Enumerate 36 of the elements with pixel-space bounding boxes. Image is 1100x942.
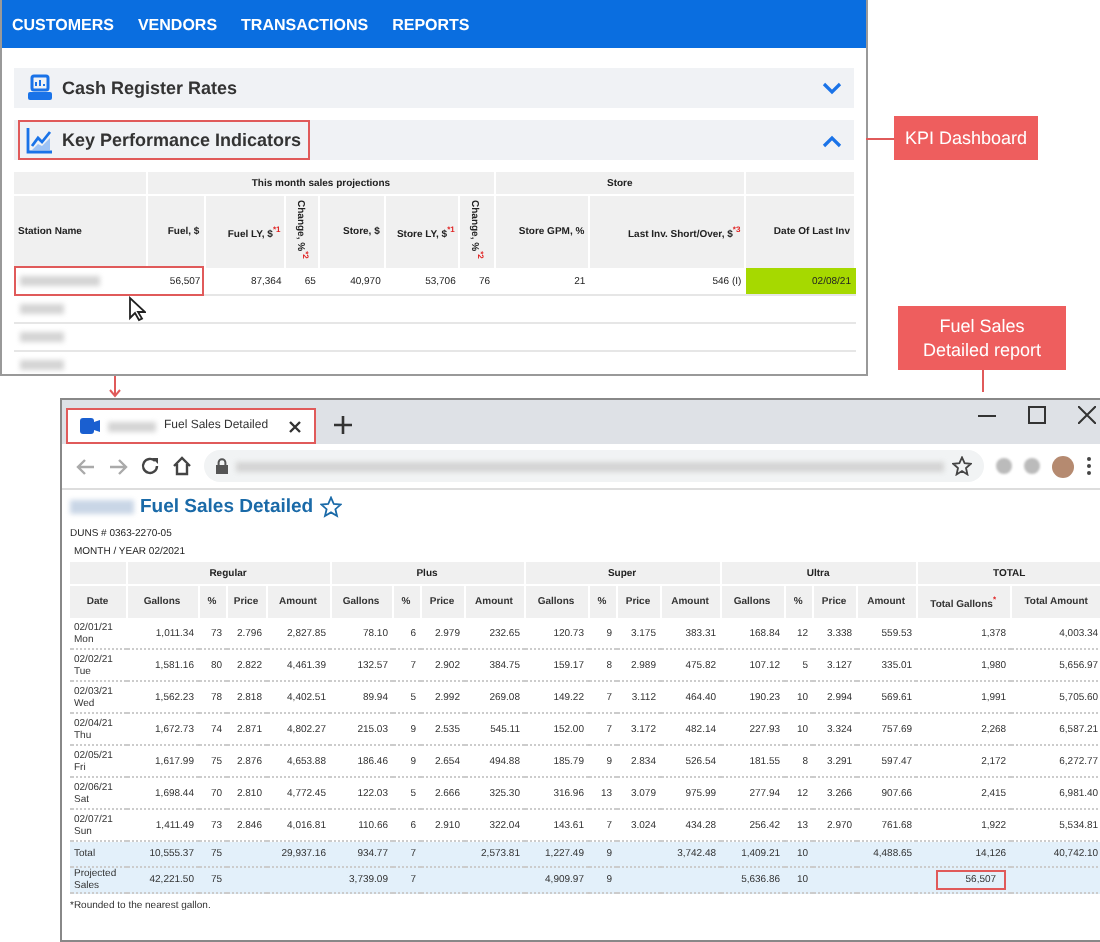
- section-header[interactable]: Cash Register Rates: [14, 68, 854, 108]
- home-icon[interactable]: [172, 456, 192, 476]
- blurred-station-name: [20, 360, 64, 370]
- cash-register-icon: [26, 74, 54, 102]
- annotation-label: Fuel Sales Detailed report: [898, 306, 1066, 370]
- address-field[interactable]: [204, 450, 984, 482]
- mouse-pointer-icon: [127, 295, 146, 321]
- annotation-label: KPI Dashboard: [894, 116, 1038, 160]
- star-icon[interactable]: [952, 456, 972, 476]
- favicon-icon: [80, 418, 100, 434]
- report-title: Fuel Sales Detailed: [140, 496, 314, 518]
- menu-icon[interactable]: [1086, 456, 1092, 476]
- blurred-text: [108, 421, 156, 431]
- section-title: Cash Register Rates: [62, 78, 238, 98]
- section-header[interactable]: Key Performance Indicators: [14, 120, 854, 160]
- section-title: Key Performance Indicators: [62, 130, 302, 150]
- blurred-station-name: [20, 276, 100, 286]
- close-icon[interactable]: [1078, 406, 1096, 424]
- reload-icon[interactable]: [140, 456, 160, 476]
- blurred-station-name: [20, 304, 64, 314]
- leader-line: [981, 370, 983, 392]
- close-icon[interactable]: [288, 419, 302, 433]
- star-icon[interactable]: [319, 496, 342, 518]
- avatar-icon[interactable]: [1052, 455, 1074, 477]
- nav-link[interactable]: TRANSACTIONS: [241, 15, 369, 33]
- nav-link[interactable]: VENDORS: [137, 15, 218, 33]
- plus-icon[interactable]: [334, 416, 352, 434]
- maximize-icon[interactable]: [1028, 406, 1046, 424]
- lock-icon: [216, 458, 228, 474]
- blurred-text: [70, 500, 134, 514]
- blurred-station-name: [20, 332, 64, 342]
- nav-link[interactable]: CUSTOMERS: [12, 15, 114, 33]
- nav-link[interactable]: REPORTS: [392, 15, 470, 33]
- leader-line: [866, 137, 894, 139]
- chart-icon: [26, 126, 54, 154]
- arrow-icon: [108, 376, 122, 398]
